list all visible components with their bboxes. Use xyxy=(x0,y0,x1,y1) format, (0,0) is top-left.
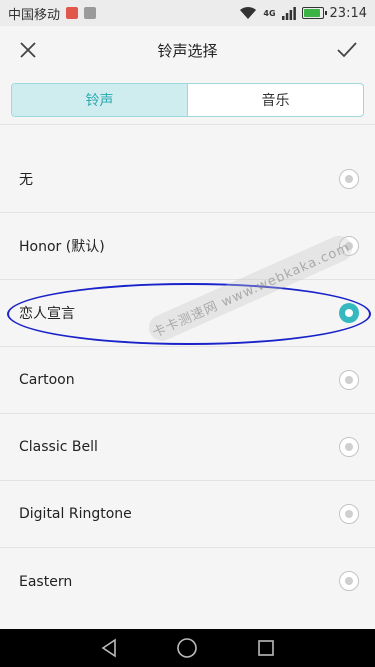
divider xyxy=(0,124,375,125)
ringtone-label: 恋人宣言 xyxy=(19,306,75,322)
app-notification-icon xyxy=(66,7,79,19)
ringtone-label: Classic Bell xyxy=(19,439,98,455)
close-button[interactable] xyxy=(12,34,44,66)
ringtone-label: 无 xyxy=(19,172,33,188)
radio-button-selected[interactable] xyxy=(339,303,359,323)
header: 铃声选择 xyxy=(0,26,375,74)
list-item[interactable]: 恋人宣言 xyxy=(0,280,375,347)
battery-icon xyxy=(301,7,327,19)
ringtone-label: Cartoon xyxy=(19,372,75,388)
list-item[interactable]: 无 xyxy=(0,146,375,213)
carrier-name: 中国移动 xyxy=(8,7,61,23)
list-item[interactable]: Honor (默认) xyxy=(0,213,375,280)
checkmark-icon xyxy=(337,42,357,58)
wifi-icon xyxy=(240,6,257,19)
radio-button[interactable] xyxy=(339,437,359,457)
radio-dot xyxy=(345,577,353,585)
image-notification-icon xyxy=(84,7,97,19)
radio-dot xyxy=(345,510,353,518)
radio-dot xyxy=(345,443,353,451)
tab-bar: 铃声 音乐 xyxy=(11,83,364,117)
navigation-bar xyxy=(0,629,375,667)
page-title: 铃声选择 xyxy=(157,41,218,60)
radio-dot xyxy=(345,309,353,317)
radio-dot xyxy=(345,376,353,384)
recents-button[interactable] xyxy=(246,632,286,664)
ringtone-label: Digital Ringtone xyxy=(19,506,132,522)
status-bar: 中国移动 4G 23:14 xyxy=(0,0,375,26)
radio-button[interactable] xyxy=(339,571,359,591)
network-type: 4G xyxy=(263,8,276,18)
radio-button[interactable] xyxy=(339,370,359,390)
radio-dot xyxy=(345,242,353,250)
back-icon xyxy=(101,638,116,658)
ringtone-list: 无 Honor (默认) 恋人宣言 Cartoon Classic Bell D… xyxy=(0,146,375,615)
battery-level xyxy=(303,9,320,17)
list-item[interactable]: Eastern xyxy=(0,548,375,615)
list-item[interactable]: Digital Ringtone xyxy=(0,481,375,548)
signal-icon xyxy=(281,6,296,20)
radio-button[interactable] xyxy=(339,169,359,189)
back-button[interactable] xyxy=(89,632,129,664)
home-icon xyxy=(177,638,198,658)
home-button[interactable] xyxy=(167,632,207,664)
clock: 23:14 xyxy=(329,5,367,21)
radio-button[interactable] xyxy=(339,236,359,256)
radio-button[interactable] xyxy=(339,504,359,524)
list-item[interactable]: Cartoon xyxy=(0,347,375,414)
close-icon xyxy=(20,42,36,58)
ringtone-label: Honor (默认) xyxy=(19,239,105,255)
recents-icon xyxy=(258,640,274,656)
radio-dot xyxy=(345,175,353,183)
confirm-button[interactable] xyxy=(331,34,363,66)
tab-ringtone[interactable]: 铃声 xyxy=(12,84,188,116)
tab-music[interactable]: 音乐 xyxy=(188,84,363,116)
list-item[interactable]: Classic Bell xyxy=(0,414,375,481)
ringtone-label: Eastern xyxy=(19,573,73,590)
